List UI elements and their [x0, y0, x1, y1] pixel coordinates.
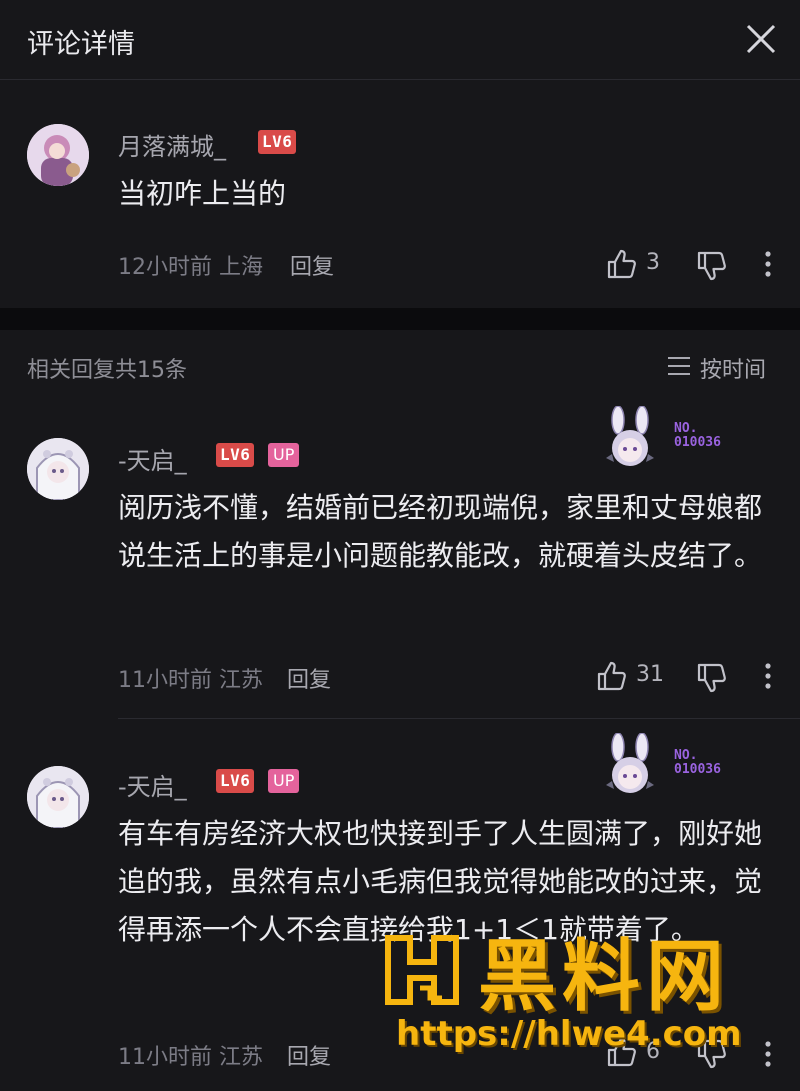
watermark-title: 黑料网 [478, 932, 731, 1022]
avatar[interactable] [27, 438, 89, 500]
sort-icon [668, 357, 690, 375]
fan-medal-icon [606, 732, 654, 793]
more-options-icon[interactable] [762, 250, 774, 278]
comment-username[interactable]: 月落满城_ [118, 127, 226, 162]
like-count: 31 [636, 662, 664, 687]
watermark-url: https://hlwe4.com [396, 1014, 742, 1054]
page-title: 评论详情 [27, 29, 135, 60]
level-badge: LV6 [216, 769, 255, 793]
fan-medal-badge: NO. 010036 [600, 405, 760, 474]
comment-time-location: 12小时前 上海 [118, 255, 263, 280]
fan-medal-number: NO. 010036 [674, 421, 721, 450]
close-icon[interactable] [742, 20, 780, 58]
avatar[interactable] [27, 766, 89, 828]
reply-button[interactable]: 回复 [287, 662, 331, 694]
reply-button[interactable]: 回复 [287, 1039, 331, 1071]
reply-username[interactable]: -天启_ [118, 441, 187, 476]
more-options-icon[interactable] [762, 662, 774, 690]
fan-medal-badge: NO. 010036 [600, 732, 760, 801]
reply-text: 阅历浅不懂，结婚前已经初现端倪，家里和丈母娘都说生活上的事是小问题能教能改，就硬… [118, 491, 763, 572]
avatar-image [27, 766, 89, 828]
watermark-logo-icon [385, 935, 459, 1005]
reply-username[interactable]: -天启_ [118, 767, 187, 802]
like-count: 3 [646, 250, 660, 275]
comment-detail-header: 评论详情 [0, 0, 800, 80]
like-icon[interactable] [596, 660, 628, 692]
related-replies-count: 相关回复共15条 [27, 358, 187, 383]
reply-time-location: 11小时前 江苏 [118, 1045, 263, 1070]
avatar[interactable] [27, 124, 89, 186]
reply-divider [118, 718, 800, 719]
level-badge: LV6 [258, 130, 297, 154]
up-badge: UP [268, 443, 300, 467]
fan-medal-number: NO. 010036 [674, 748, 721, 777]
watermark: 黑料网 https://hlwe4.com [380, 928, 780, 1068]
sort-label: 按时间 [700, 358, 767, 383]
like-icon[interactable] [606, 248, 638, 280]
level-badge: LV6 [216, 443, 255, 467]
reply-button[interactable]: 回复 [290, 249, 334, 281]
fan-medal-icon [606, 405, 654, 466]
up-badge: UP [268, 769, 300, 793]
avatar-image [27, 438, 89, 500]
reply-time-location: 11小时前 江苏 [118, 668, 263, 693]
avatar-image [27, 124, 89, 186]
comment-text: 当初咋上当的 [118, 177, 287, 210]
section-divider [0, 308, 800, 330]
dislike-icon[interactable] [696, 250, 728, 282]
dislike-icon[interactable] [696, 662, 728, 694]
